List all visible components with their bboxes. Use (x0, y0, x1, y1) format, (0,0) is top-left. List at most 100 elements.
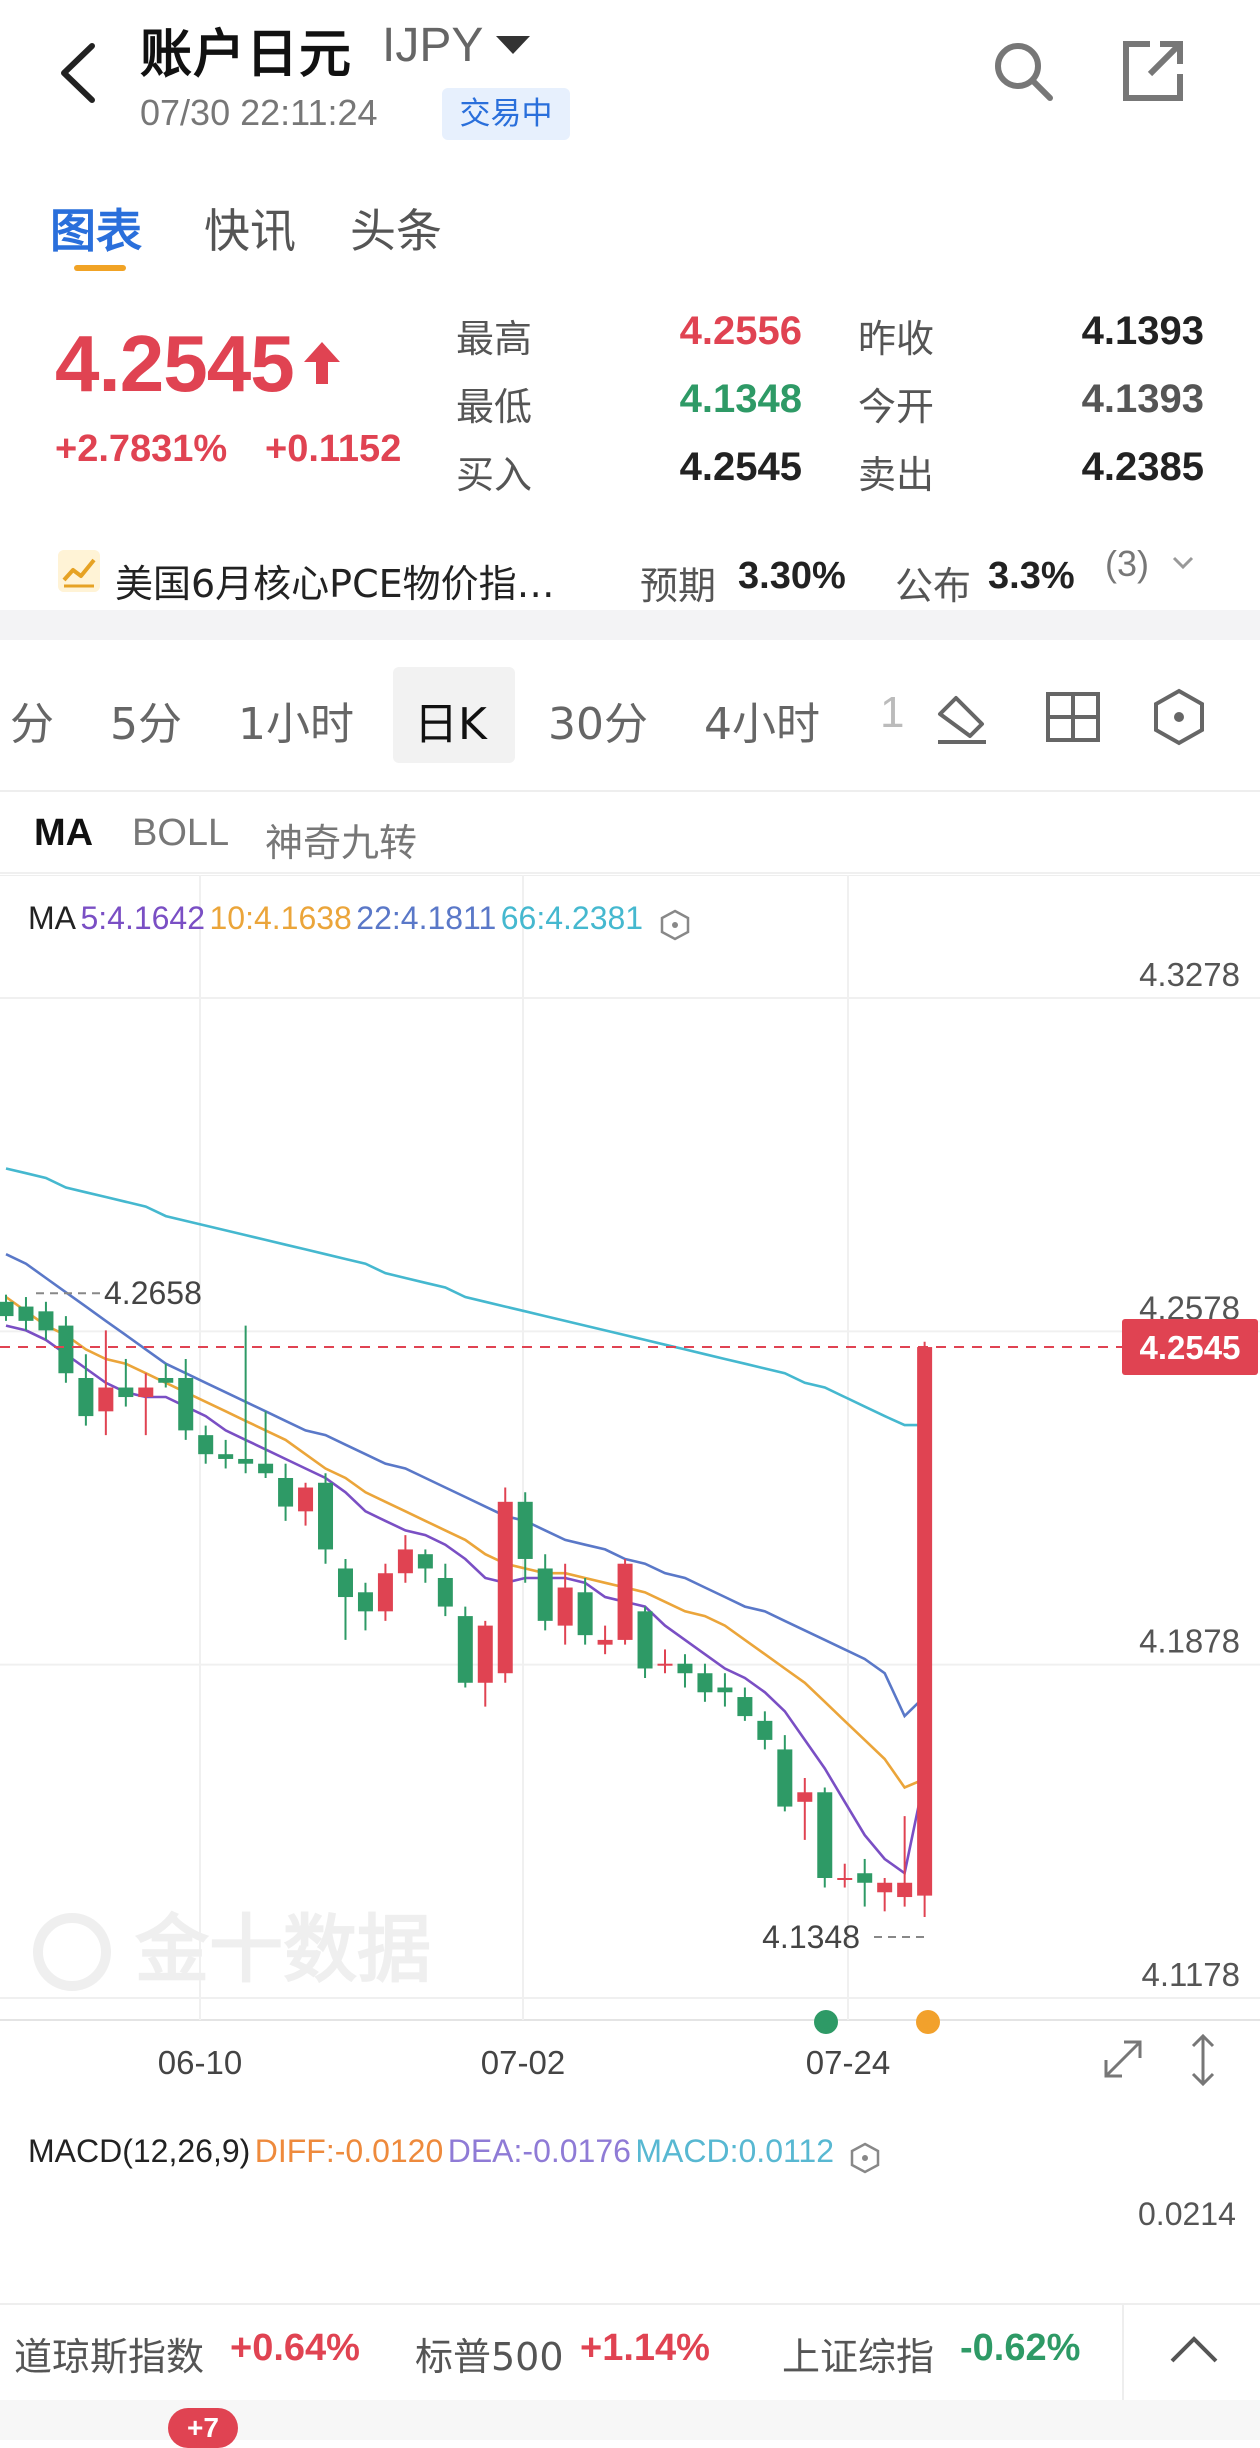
candle-body (357, 1592, 373, 1612)
interval-30min[interactable]: 30分 (548, 688, 648, 752)
ticker-sp500-value[interactable]: +1.14% (580, 2327, 710, 2370)
candle-body (877, 1882, 893, 1893)
candle-body (377, 1573, 393, 1612)
section-divider (0, 610, 1260, 640)
back-arrow-icon[interactable] (50, 38, 110, 108)
change-absolute: +0.1152 (265, 428, 402, 470)
candle-body (757, 1720, 773, 1740)
trading-status-badge: 交易中 (442, 88, 570, 140)
interval-1hour[interactable]: 1小时 (238, 688, 354, 752)
open-label: 今开 (858, 385, 935, 429)
candle-body (118, 1387, 134, 1398)
ticker-dow-name[interactable]: 道琼斯指数 (14, 2326, 204, 2381)
caret-down-icon[interactable] (496, 36, 530, 54)
ticker-shanghai-name[interactable]: 上证综指 (782, 2326, 934, 2381)
ticker-shanghai-value[interactable]: -0.62% (960, 2327, 1080, 2370)
candle-body (537, 1568, 553, 1621)
interval-more[interactable]: 1 (880, 688, 904, 738)
candle-body (617, 1563, 633, 1640)
candle-body (258, 1463, 274, 1474)
share-icon[interactable] (1120, 38, 1186, 104)
y-tick-label: 4.1878 (1139, 1623, 1240, 1660)
candle-body (637, 1611, 653, 1669)
macd-dea: DEA:-0.0176 (447, 2133, 631, 2169)
ask-value: 4.2385 (1081, 445, 1204, 489)
candle-body (437, 1578, 453, 1607)
ask-label: 卖出 (858, 453, 935, 497)
low-label: 最低 (456, 385, 533, 429)
ticker-collapse-button[interactable] (1122, 2303, 1260, 2400)
macd-value: MACD:0.0112 (635, 2133, 834, 2169)
ticker-sp500-name[interactable]: 标普500 (415, 2326, 564, 2381)
candle-body (238, 1458, 254, 1464)
draw-tool-icon[interactable] (930, 686, 992, 748)
candle-body (98, 1387, 114, 1412)
interval-5min[interactable]: 5分 (110, 688, 182, 752)
change-percent: +2.7831% (55, 428, 228, 470)
active-tab-indicator (74, 265, 126, 271)
ma5-value: 5:4.1642 (80, 900, 206, 936)
chevron-down-icon[interactable] (1170, 550, 1196, 576)
ma22-value: 22:4.1811 (356, 900, 497, 936)
interval-4hour[interactable]: 4小时 (704, 688, 820, 752)
macd-axis-label: 0.0214 (1138, 2196, 1236, 2232)
news-count[interactable]: (3) (1105, 543, 1149, 585)
candle-body (158, 1378, 174, 1383)
ma10-value: 10:4.1638 (209, 900, 352, 936)
candle-body (218, 1454, 234, 1459)
candle-body (58, 1325, 74, 1374)
interval-daily[interactable]: 日K (414, 688, 487, 752)
current-price-tag-label: 4.2545 (1140, 1329, 1241, 1366)
candle-body (138, 1387, 154, 1398)
candle-body (298, 1487, 314, 1512)
divider (0, 790, 1260, 792)
current-price: 4.2545 (55, 319, 295, 408)
event-dot-green (814, 2010, 838, 2034)
macd-diff: DIFF:-0.0120 (254, 2133, 444, 2169)
ticker-dow-value[interactable]: +0.64% (230, 2327, 360, 2370)
ma-settings-icon[interactable] (658, 908, 692, 942)
bid-label: 买入 (456, 453, 533, 497)
open-value: 4.1393 (1081, 377, 1204, 421)
ma-legend-prefix: MA (28, 900, 76, 936)
search-icon[interactable] (990, 38, 1056, 104)
candle-body (38, 1311, 54, 1331)
candle-body (318, 1482, 334, 1550)
settings-hexagon-icon[interactable] (1148, 686, 1210, 748)
indicator-tab-nine-turns[interactable]: 神奇九转 (265, 812, 417, 867)
candle-body (397, 1549, 413, 1574)
candle-body (477, 1625, 493, 1683)
vertical-resize-icon[interactable] (1186, 2030, 1220, 2090)
quote-timestamp: 07/30 22:11:24 (140, 92, 378, 133)
tab-headlines[interactable]: 头条 (350, 195, 442, 261)
x-tick-label: 06-10 (158, 2044, 242, 2081)
candlestick-chart[interactable]: 4.32784.25784.18784.117806-10 07-02 07-24 … (0, 875, 1260, 2100)
published-value: 3.3% (988, 555, 1075, 597)
tab-flash-news[interactable]: 快讯 (204, 195, 296, 261)
expected-value: 3.30% (738, 555, 846, 597)
news-title[interactable]: 美国6月核心PCE物价指… (115, 553, 555, 608)
candle-body (517, 1501, 533, 1559)
bid-value: 4.2545 (679, 445, 802, 489)
candle-body (18, 1306, 34, 1321)
x-tick-label: 07-02 (481, 2044, 565, 2081)
candle-body (278, 1478, 294, 1507)
candle-body (897, 1882, 913, 1898)
ma66-value: 66:4.2381 (500, 900, 644, 936)
published-label: 公布 (895, 564, 972, 608)
indicator-tab-boll[interactable]: BOLL (132, 812, 229, 855)
chevron-up-icon[interactable] (1168, 2331, 1220, 2367)
trend-chart-icon (58, 550, 100, 592)
interval-minute[interactable]: 分 (10, 688, 54, 752)
candle-body (417, 1554, 433, 1569)
tab-chart[interactable]: 图表 (50, 195, 142, 261)
y-tick-label: 4.3278 (1139, 956, 1240, 993)
layout-grid-icon[interactable] (1042, 686, 1104, 748)
instrument-code-dropdown[interactable]: IJPY (382, 18, 483, 73)
high-marker-label: 4.2658 (104, 1275, 202, 1311)
macd-legend: MACD(12,26,9) DIFF:-0.0120 DEA:-0.0176 M… (28, 2133, 882, 2175)
macd-settings-icon[interactable] (848, 2141, 882, 2175)
expand-icon[interactable] (1098, 2034, 1148, 2084)
high-value: 4.2556 (679, 309, 802, 353)
indicator-tab-ma[interactable]: MA (34, 812, 93, 855)
